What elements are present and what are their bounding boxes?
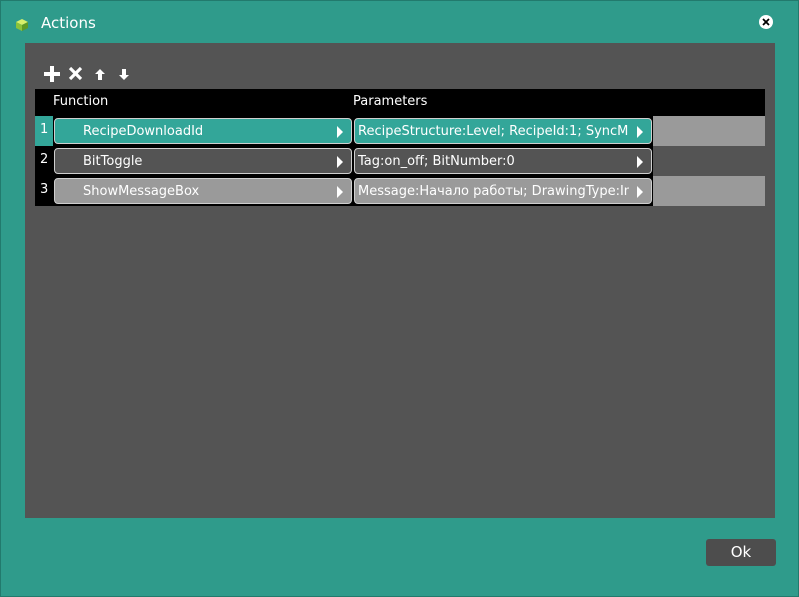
plus-icon: [44, 66, 60, 82]
parameters-text: Message:Начало работы; DrawingType:Infor…: [358, 184, 629, 199]
chevron-right-icon[interactable]: [337, 186, 343, 198]
delete-action-button[interactable]: [67, 65, 85, 83]
close-icon: [762, 18, 770, 26]
chevron-right-icon[interactable]: [337, 126, 343, 138]
row-number: 3: [35, 176, 53, 206]
row-filler: [653, 116, 765, 146]
column-header-parameters[interactable]: Parameters: [353, 94, 427, 109]
row-number: 1: [35, 116, 53, 146]
actions-dialog: Actions Function Parameters 1 RecipeDown…: [0, 0, 799, 597]
column-header-function[interactable]: Function: [53, 94, 108, 109]
chevron-right-icon[interactable]: [637, 126, 643, 138]
move-down-button[interactable]: [117, 65, 135, 83]
add-action-button[interactable]: [43, 65, 61, 83]
cross-icon: [68, 66, 83, 81]
window-title: Actions: [41, 14, 96, 32]
close-button[interactable]: [759, 15, 773, 29]
chevron-right-icon[interactable]: [637, 156, 643, 168]
chevron-right-icon[interactable]: [637, 186, 643, 198]
function-cell[interactable]: ShowMessageBox: [54, 178, 352, 204]
row-number: 2: [35, 146, 53, 176]
chevron-right-icon[interactable]: [337, 156, 343, 168]
parameters-text: Tag:on_off; BitNumber:0: [358, 154, 515, 169]
function-name: RecipeDownloadId: [83, 124, 204, 139]
table-row[interactable]: 2 BitToggle Tag:on_off; BitNumber:0: [35, 146, 765, 176]
parameters-cell[interactable]: Message:Начало работы; DrawingType:Infor…: [354, 178, 652, 204]
table-row[interactable]: 3 ShowMessageBox Message:Начало работы; …: [35, 176, 765, 206]
arrow-up-icon: [95, 69, 105, 80]
app-cube-icon: [15, 17, 29, 31]
function-cell[interactable]: BitToggle: [54, 148, 352, 174]
row-filler: [653, 176, 765, 206]
arrow-down-icon: [119, 69, 129, 80]
function-name: BitToggle: [83, 154, 143, 169]
parameters-text: RecipeStructure:Level; RecipeId:1; SyncM…: [358, 124, 629, 139]
table-row[interactable]: 1 RecipeDownloadId RecipeStructure:Level…: [35, 116, 765, 146]
parameters-cell[interactable]: RecipeStructure:Level; RecipeId:1; SyncM…: [354, 118, 652, 144]
ok-button[interactable]: Ok: [706, 539, 776, 566]
grid-header: Function Parameters: [35, 89, 765, 116]
actions-panel: Function Parameters 1 RecipeDownloadId R…: [25, 43, 775, 518]
parameters-cell[interactable]: Tag:on_off; BitNumber:0: [354, 148, 652, 174]
move-up-button[interactable]: [93, 65, 111, 83]
function-cell[interactable]: RecipeDownloadId: [54, 118, 352, 144]
title-bar[interactable]: Actions: [1, 1, 798, 43]
function-name: ShowMessageBox: [83, 184, 200, 199]
